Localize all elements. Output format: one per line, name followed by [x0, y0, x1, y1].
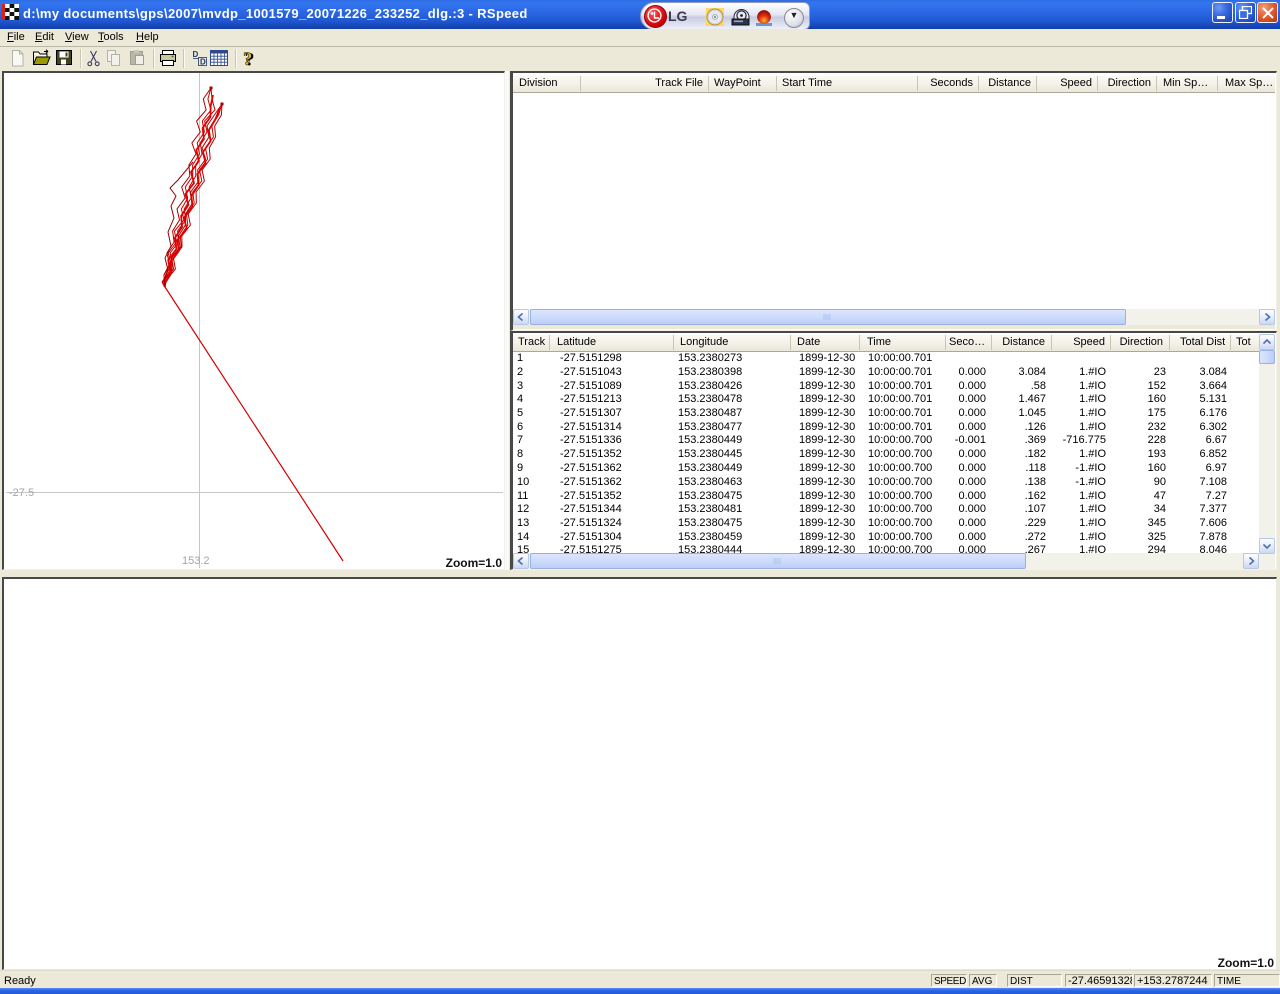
svg-text:Zoom=1.0: Zoom=1.0 [446, 556, 503, 568]
svg-text:153.2: 153.2 [182, 555, 210, 567]
svg-text:D: D [193, 50, 199, 59]
svg-text:-27.5: -27.5 [9, 487, 34, 499]
svg-text:?: ? [243, 49, 253, 70]
svg-text:D: D [200, 58, 206, 67]
